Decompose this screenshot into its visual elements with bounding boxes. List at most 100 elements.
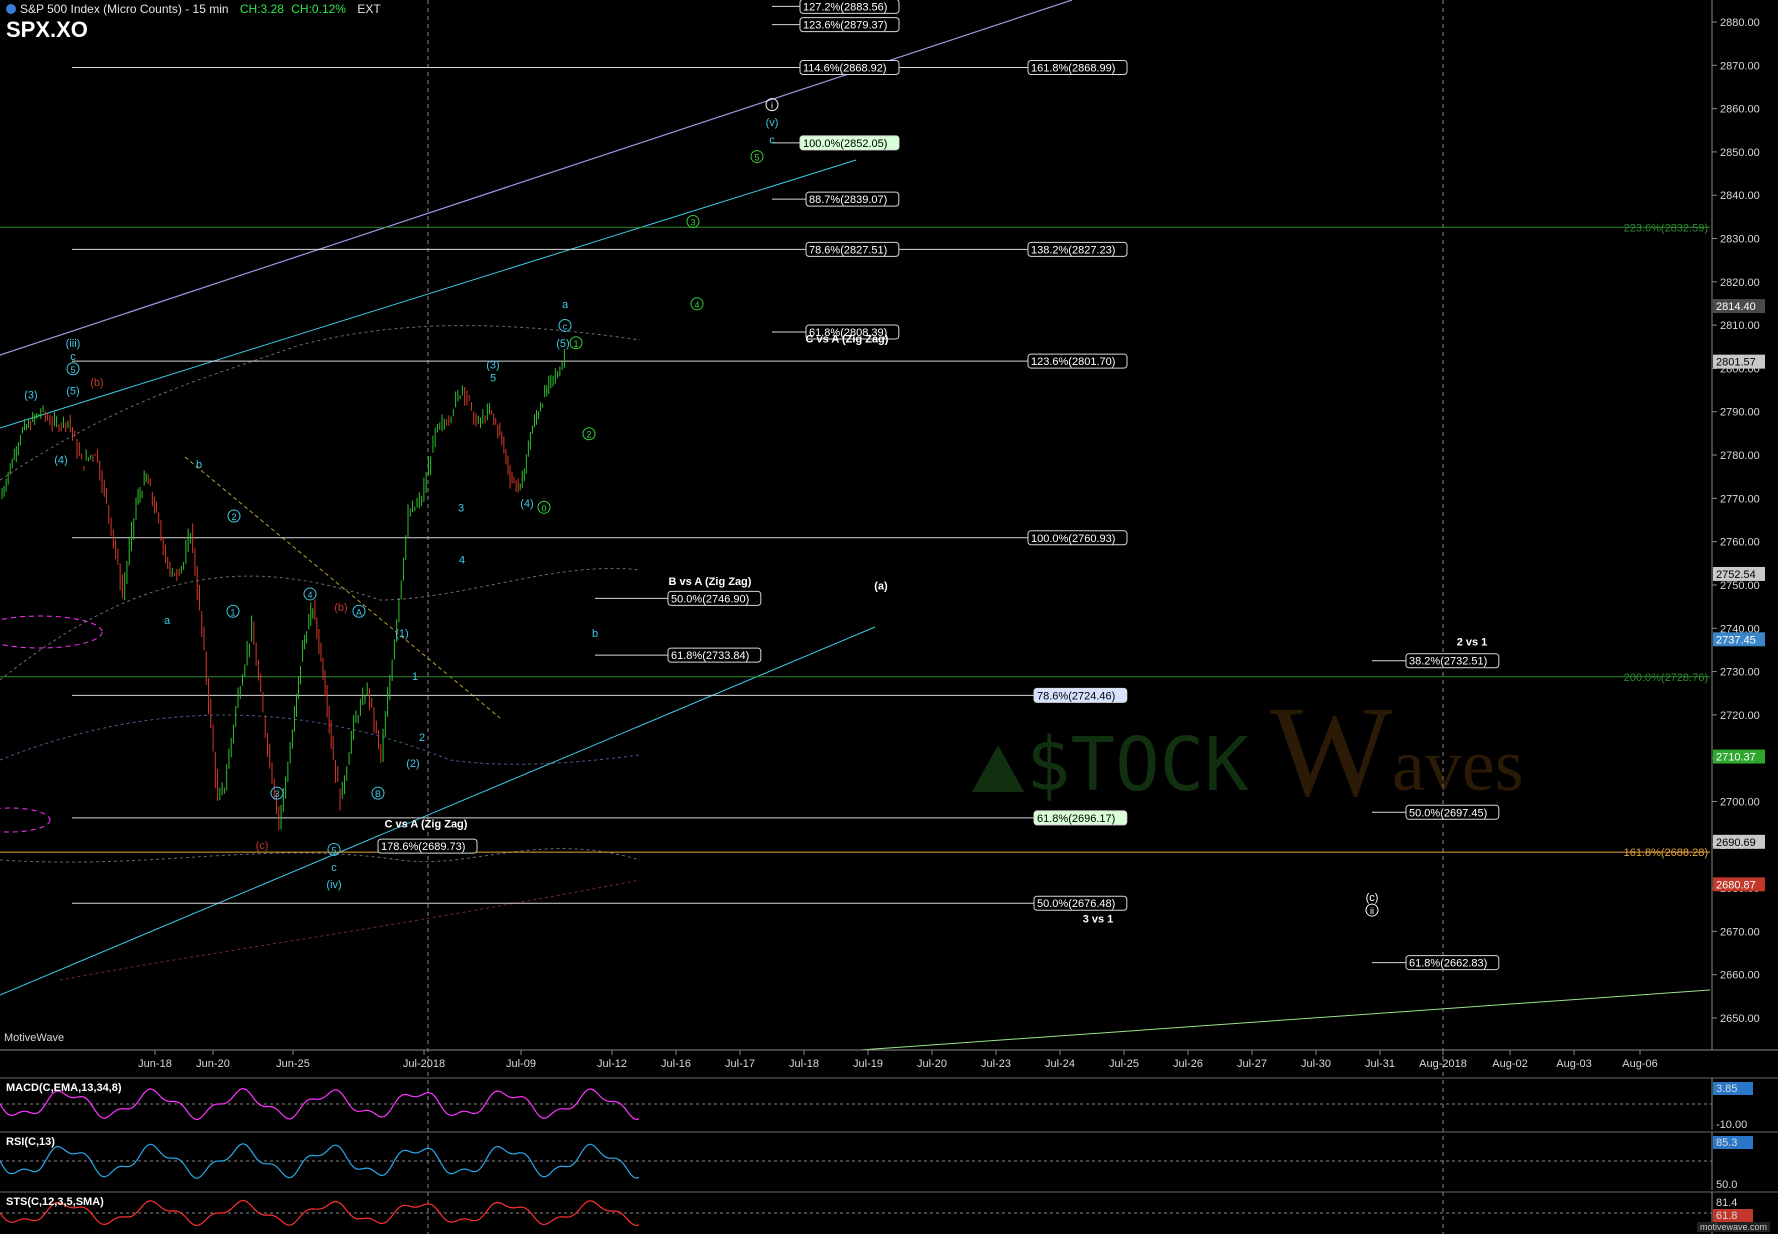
time-axis-label: Jul-23 [981,1058,1011,1070]
indicator-axis-label: 50.0 [1716,1179,1737,1191]
lower-band-curve [0,714,641,765]
fib-label: 178.6%(2689.73) [381,841,465,853]
price-tag-label: 2814.40 [1716,301,1756,313]
time-axis-label: Jul-30 [1301,1058,1331,1070]
session-label[interactable]: EXT [357,2,380,16]
fib-label: 50.0%(2676.48) [1037,898,1115,910]
brand-label: MotiveWave [4,1032,65,1044]
fib-level-label: 223.6%(2832.59) [1624,222,1708,234]
watermark-prefix: $TOCK [1026,722,1249,808]
time-axis-label: Jul-24 [1045,1058,1075,1070]
downtrend-dashed-line [184,456,501,719]
price-axis-label: 2840.00 [1720,190,1760,202]
fib-label: 61.8%(2733.84) [671,650,749,662]
fib-level-label: 200.0%(2728.76) [1624,672,1708,684]
wave-label: 3 [458,502,464,514]
wave-label: 2 [231,512,236,522]
chart-annotation: (a) [874,580,888,592]
wave-label: 4 [307,590,312,600]
wave-label: (4) [520,498,533,510]
wave-label: 3 [690,218,695,228]
price-tag-label: 2801.57 [1716,357,1756,369]
indicator-axis-label: 85.3 [1716,1137,1737,1149]
wave-label: c [331,862,337,874]
wave-label: (5) [556,338,569,350]
time-axis-label: Jul-09 [506,1058,536,1070]
sts-pane: STS(C,12,3,5,SMA)81.461.830.0000 [0,1191,1778,1234]
fib-level-label: 161.8%(2688.28) [1624,847,1708,859]
fib-label: 88.7%(2839.07) [809,194,887,206]
price-axis-label: 2780.00 [1720,450,1760,462]
price-tag-label: 2710.37 [1716,752,1756,764]
fib-label: 114.6%(2868.92) [803,62,887,74]
middle-band-curve [0,567,641,681]
wave-label: 5 [70,365,75,375]
price-axis-label: 2810.00 [1720,320,1760,332]
symbol-dot-icon [6,4,16,14]
wave-label: A [356,607,362,617]
wave-label: a [562,299,569,311]
time-axis-label: Jul-17 [725,1058,755,1070]
price-axis-label: 2770.00 [1720,493,1760,505]
chart-annotation: C vs A (Zig Zag) [806,333,889,345]
price-axis-label: 2660.00 [1720,970,1760,982]
price-tag-label: 2752.54 [1716,569,1756,581]
wave-label: a [164,615,171,627]
time-axis-label: Jun-18 [138,1058,172,1070]
price-candles [1,348,565,831]
fib-label: 61.8%(2662.83) [1409,958,1487,970]
wave-label: b [592,628,598,640]
watermark-triangle-icon [972,745,1024,792]
time-axis-label: Jul-2018 [403,1058,445,1070]
wave-label: ii [1370,906,1374,916]
time-axis-label: Aug-03 [1556,1058,1591,1070]
time-axis-label: Jul-16 [661,1058,691,1070]
wave-label: 5 [754,153,759,163]
wave-label: 3 [274,789,279,799]
price-axis-label: 2700.00 [1720,796,1760,808]
price-tag-label: 2690.69 [1716,837,1756,849]
time-axis-label: Jun-20 [196,1058,230,1070]
price-axis-label: 2750.00 [1720,580,1760,592]
footer-label: motivewave.com [1696,1222,1770,1232]
wave-label: (v) [766,117,779,129]
price-axis-label: 2720.00 [1720,710,1760,722]
indicator-axis-label: 3.85 [1716,1083,1737,1095]
price-axis-label: 2860.00 [1720,104,1760,116]
time-axis-label: Jul-26 [1173,1058,1203,1070]
fib-label: 123.6%(2801.70) [1031,356,1115,368]
indicator-axis-label: 81.4 [1716,1197,1737,1209]
wave-label: (1) [395,628,408,640]
change-points: CH:3.28 [239,2,284,16]
wave-label: (3) [24,390,37,402]
wave-label: 2 [419,732,425,744]
wave-label: (4) [54,455,67,467]
fib-label: 61.8%(2696.17) [1037,813,1115,825]
chart-annotation: 2 vs 1 [1457,637,1488,649]
time-axis-label: Aug-02 [1492,1058,1527,1070]
wave-label: (iii) [66,338,81,350]
time-axis-label: Jul-31 [1365,1058,1395,1070]
price-axis-label: 2880.00 [1720,17,1760,29]
time-axis-label: Jul-18 [789,1058,819,1070]
indicator-title: STS(C,12,3,5,SMA) [6,1196,104,1208]
wave-label: 1 [573,339,578,349]
chart-annotation: 3 vs 1 [1083,914,1114,926]
bottom-trend-line [859,989,1711,1051]
price-axis-label: 2730.00 [1720,667,1760,679]
indicator-title: RSI(C,13) [6,1136,55,1148]
upper-channel-line [0,0,1073,356]
rsi-pane: RSI(C,13) 85.3 50.0 [0,1131,1778,1191]
fib-label: 127.2%(2883.56) [803,1,887,13]
chart-title: S&P 500 Index (Micro Counts) - 15 min [20,2,229,16]
wave-label: 5 [490,372,496,384]
time-axis-label: Jul-25 [1109,1058,1139,1070]
symbol-label: SPX.XO [6,17,88,42]
time-axis-label: Jul-12 [597,1058,627,1070]
wave-label: i [771,101,773,111]
price-axis-label: 2790.00 [1720,407,1760,419]
price-tag-label: 2680.87 [1716,879,1756,891]
wave-label: 5 [331,845,336,855]
fib-label: 78.6%(2827.51) [809,244,887,256]
price-axis-label: 2830.00 [1720,234,1760,246]
